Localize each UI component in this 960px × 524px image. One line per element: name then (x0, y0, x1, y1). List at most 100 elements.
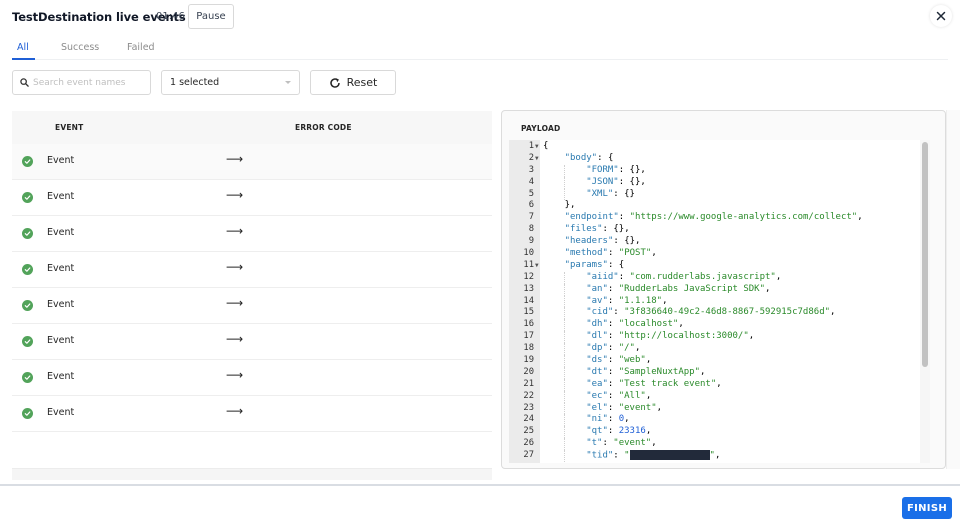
code-token: "tid" (586, 450, 614, 461)
line-number: 21 (523, 378, 534, 389)
code-token: "body" (564, 152, 598, 163)
success-check-icon (22, 372, 33, 383)
success-check-icon (22, 228, 33, 239)
success-check-icon (22, 156, 33, 167)
code-text: "body": { (543, 152, 614, 165)
line-number: 24 (523, 414, 534, 425)
code-token: : { (607, 259, 625, 270)
pause-button[interactable]: Pause (188, 4, 234, 29)
payload-code-editor[interactable]: 1 ▼{2 ▼ "body": {3 "FORM": {}, 4 "JSON": {}, 5 "… (509, 140, 930, 463)
fold-toggle-icon[interactable]: ▼ (535, 260, 539, 272)
table-row[interactable]: Event ⟶ (12, 360, 492, 396)
line-number: 1 (528, 141, 534, 151)
code-token: "ni" (586, 414, 608, 425)
event-select[interactable]: 1 selected (161, 70, 300, 95)
line-number: 13 (523, 283, 534, 294)
success-check-icon (22, 336, 33, 347)
table-row[interactable]: Event ⟶ (12, 216, 492, 252)
code-token: "http://localhost:3000/" (618, 331, 749, 342)
code-text: "FORM": {}, (543, 165, 646, 177)
code-token: , (634, 343, 641, 354)
line-number: 19 (523, 355, 534, 366)
code-text: "dp": "/", (543, 343, 640, 355)
search-input[interactable] (33, 77, 145, 88)
table-row[interactable]: Event ⟶ (12, 288, 492, 324)
code-token: "Test track event" (618, 378, 717, 389)
table-row[interactable]: Event ⟶ (12, 144, 492, 180)
code-token: "endpoint" (564, 212, 619, 223)
editor-scrollbar[interactable] (920, 140, 930, 463)
search-icon (20, 78, 29, 87)
close-button[interactable] (930, 5, 952, 27)
line-number: 6 (528, 200, 534, 211)
code-line: 19 "ds": "web", (509, 355, 919, 367)
code-token: , (651, 438, 657, 449)
table-row[interactable]: Event ⟶ (12, 252, 492, 288)
event-name: Event (47, 299, 75, 310)
code-token: "headers" (564, 236, 614, 247)
code-token: "files" (564, 224, 603, 235)
event-name: Event (47, 335, 75, 346)
code-text: "cid": "3f836640-49c2-46d8-8867-592915c7… (543, 307, 835, 319)
code-line: 12 "aiid": "com.rudderlabs.javascript", (509, 271, 919, 284)
code-token: "dt" (586, 366, 608, 377)
code-token: : {} (613, 188, 635, 199)
reset-button[interactable]: Reset (310, 70, 396, 95)
active-tab-indicator (12, 58, 35, 60)
event-name: Event (47, 371, 75, 382)
code-token: "/" (618, 343, 635, 354)
tab-success[interactable]: Success (61, 42, 99, 53)
code-token: "XML" (586, 188, 614, 199)
redacted-value (629, 450, 710, 461)
code-text: "dt": "SampleNuxtApp", (543, 367, 705, 379)
tab-failed[interactable]: Failed (127, 42, 155, 53)
code-token: "1.1.18" (618, 295, 663, 306)
line-number: 20 (523, 366, 534, 377)
panel-scrollbar[interactable] (946, 110, 960, 469)
code-line: 14 "av": "1.1.18", (509, 295, 919, 308)
table-row[interactable]: Event ⟶ (12, 324, 492, 360)
table-row[interactable]: Event ⟶ (12, 180, 492, 216)
line-number: 14 (523, 295, 534, 306)
code-text: "dl": "http://localhost:3000/", (543, 331, 754, 343)
code-line: 2 ▼ "body": { (509, 153, 919, 165)
error-code-value: ⟶ (226, 368, 244, 382)
line-number: 12 (523, 271, 534, 282)
tab-all[interactable]: All (17, 42, 29, 53)
code-line: 20 "dt": "SampleNuxtApp", (509, 366, 919, 379)
events-table: EVENT ERROR CODE Event ⟶ Event ⟶ Event ⟶ Event… (12, 111, 492, 480)
code-token: , (624, 414, 630, 425)
fold-toggle-icon[interactable]: ▼ (535, 141, 539, 153)
finish-button[interactable]: FINISH (902, 497, 952, 519)
table-row[interactable]: Event ⟶ (12, 396, 492, 432)
line-number: 22 (523, 390, 534, 401)
code-text: "dh": "localhost", (543, 319, 684, 331)
select-value: 1 selected (170, 77, 220, 88)
line-number: 10 (523, 248, 534, 259)
code-line: 5 "XML": {} (509, 188, 919, 201)
line-number: 17 (523, 331, 534, 342)
code-token: "av" (586, 295, 608, 306)
code-line: 24 "ni": 0, (509, 414, 919, 427)
code-token: : (607, 248, 619, 259)
error-code-value: ⟶ (226, 332, 244, 346)
code-line: 27 "tid": " ", (509, 450, 919, 463)
fold-toggle-icon[interactable]: ▼ (535, 153, 539, 165)
code-token: "https://www.google-analytics.com/collec… (629, 212, 858, 223)
editor-scrollbar-thumb[interactable] (922, 142, 928, 367)
code-token: "method" (564, 248, 608, 259)
code-text: "ds": "web", (543, 355, 651, 367)
code-token: : (618, 271, 630, 282)
search-box[interactable] (12, 70, 151, 95)
error-code-value: ⟶ (226, 152, 244, 166)
code-token: : (607, 355, 619, 366)
table-scrollbar[interactable] (12, 468, 492, 480)
code-token: : {}, (618, 176, 646, 187)
code-token: "t" (586, 438, 603, 449)
code-line: 3 "FORM": {}, (509, 164, 919, 177)
code-token: , (765, 283, 771, 294)
code-token: "JSON" (586, 176, 619, 187)
code-line: 1 ▼ { (509, 141, 919, 153)
reload-icon (329, 77, 340, 88)
code-text: "t": "event", (543, 438, 657, 450)
